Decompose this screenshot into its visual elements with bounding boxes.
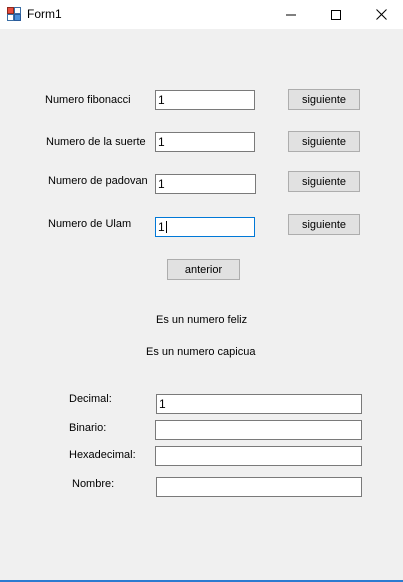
nombre-field[interactable] [156, 477, 362, 497]
decimal-label: Decimal: [69, 393, 112, 405]
window-title: Form1 [27, 7, 62, 21]
padovan-next-button[interactable]: siguiente [288, 171, 360, 192]
binario-label: Binario: [69, 422, 107, 434]
maximize-icon [331, 9, 341, 20]
ulam-next-button[interactable]: siguiente [288, 214, 360, 235]
capicua-status-label: Es un numero capicua [146, 346, 256, 358]
minimize-button[interactable] [268, 0, 314, 29]
fibonacci-label: Numero fibonacci [45, 94, 131, 106]
binario-field[interactable] [155, 420, 362, 440]
ulam-field[interactable]: 1 [155, 217, 255, 237]
minimize-icon [286, 14, 296, 15]
hexadecimal-field[interactable] [155, 446, 362, 466]
fibonacci-next-button[interactable]: siguiente [288, 89, 360, 110]
ulam-label: Numero de Ulam [48, 218, 132, 230]
suerte-next-button[interactable]: siguiente [288, 131, 360, 152]
windows-form-icon [7, 7, 21, 21]
padovan-label: Numero de padovan [48, 175, 148, 187]
suerte-label: Numero de la suerte [46, 136, 146, 148]
hexadecimal-label: Hexadecimal: [69, 449, 136, 461]
feliz-status-label: Es un numero feliz [156, 314, 248, 326]
ulam-field-value: 1 [158, 220, 165, 234]
close-icon [375, 9, 387, 20]
anterior-button[interactable]: anterior [167, 259, 240, 280]
form-client-area: Numero fibonacci 1 siguiente Numero de l… [0, 29, 403, 580]
close-button[interactable] [358, 0, 403, 29]
fibonacci-field[interactable]: 1 [155, 90, 255, 110]
maximize-button[interactable] [313, 0, 359, 29]
form1-window: Form1 Numero fibonacci 1 siguiente Numer… [0, 0, 403, 582]
nombre-label: Nombre: [72, 478, 115, 490]
suerte-field[interactable]: 1 [155, 132, 255, 152]
title-bar[interactable]: Form1 [0, 0, 403, 29]
decimal-field[interactable]: 1 [156, 394, 362, 414]
padovan-field[interactable]: 1 [155, 174, 256, 194]
text-caret [165, 221, 167, 233]
